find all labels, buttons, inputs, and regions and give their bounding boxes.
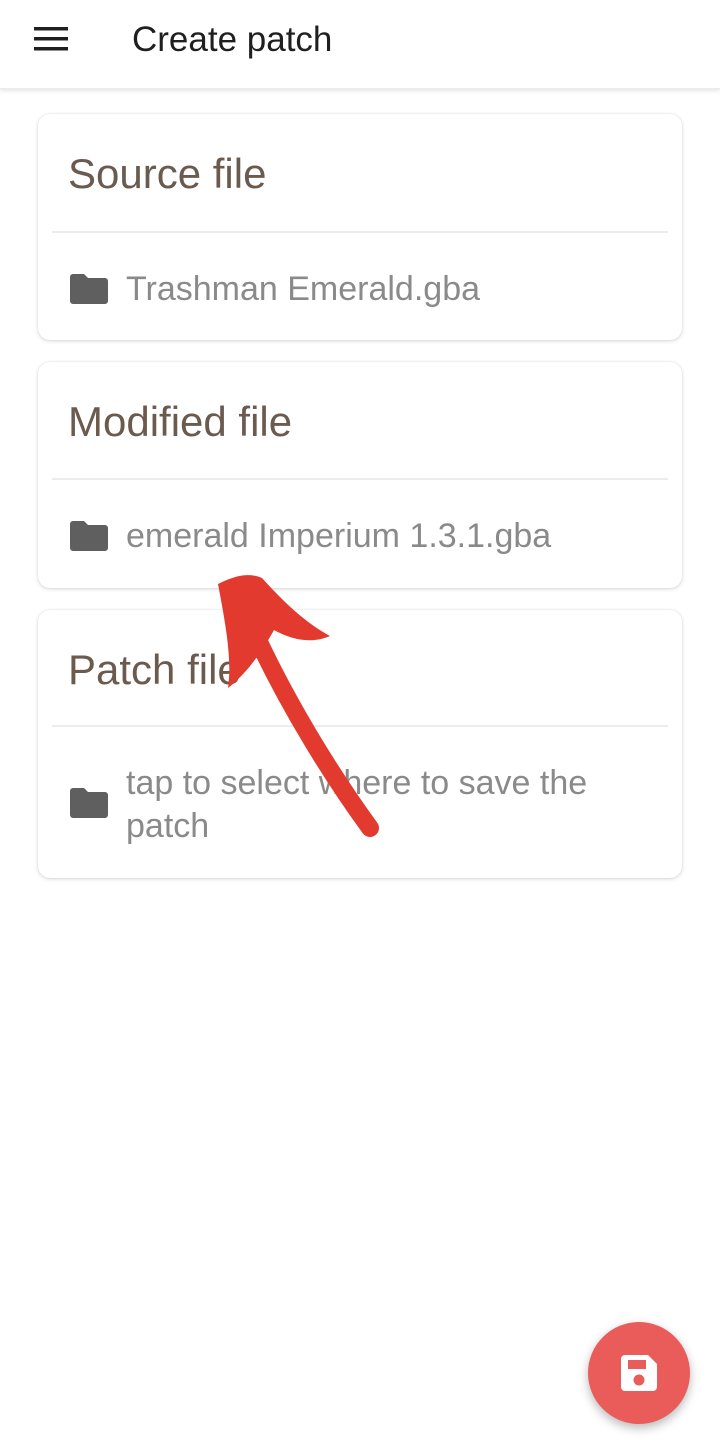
modified-file-name: emerald Imperium 1.3.1.gba bbox=[126, 517, 552, 555]
source-file-name: Trashman Emerald.gba bbox=[126, 270, 481, 308]
patch-file-card[interactable]: Patch file tap to select where to save t… bbox=[38, 610, 682, 878]
modified-file-card[interactable]: Modified file emerald Imperium 1.3.1.gba bbox=[38, 362, 682, 588]
card-divider bbox=[52, 725, 668, 727]
source-file-card[interactable]: Source file Trashman Emerald.gba bbox=[38, 114, 682, 340]
patch-file-hint: tap to select where to save the patch bbox=[126, 764, 588, 845]
save-fab-button[interactable] bbox=[588, 1322, 690, 1424]
folder-icon bbox=[70, 521, 108, 551]
save-icon bbox=[621, 1355, 657, 1391]
hamburger-menu-icon bbox=[34, 27, 68, 51]
folder-icon bbox=[70, 274, 108, 304]
card-divider bbox=[52, 231, 668, 233]
card-divider bbox=[52, 478, 668, 480]
app-bar: Create patch bbox=[0, 0, 720, 89]
card-title: Modified file bbox=[68, 398, 293, 445]
card-title: Source file bbox=[68, 150, 267, 197]
folder-icon bbox=[70, 788, 108, 818]
menu-button[interactable] bbox=[22, 14, 80, 66]
page-title: Create patch bbox=[132, 20, 333, 59]
card-title: Patch file bbox=[68, 646, 241, 693]
